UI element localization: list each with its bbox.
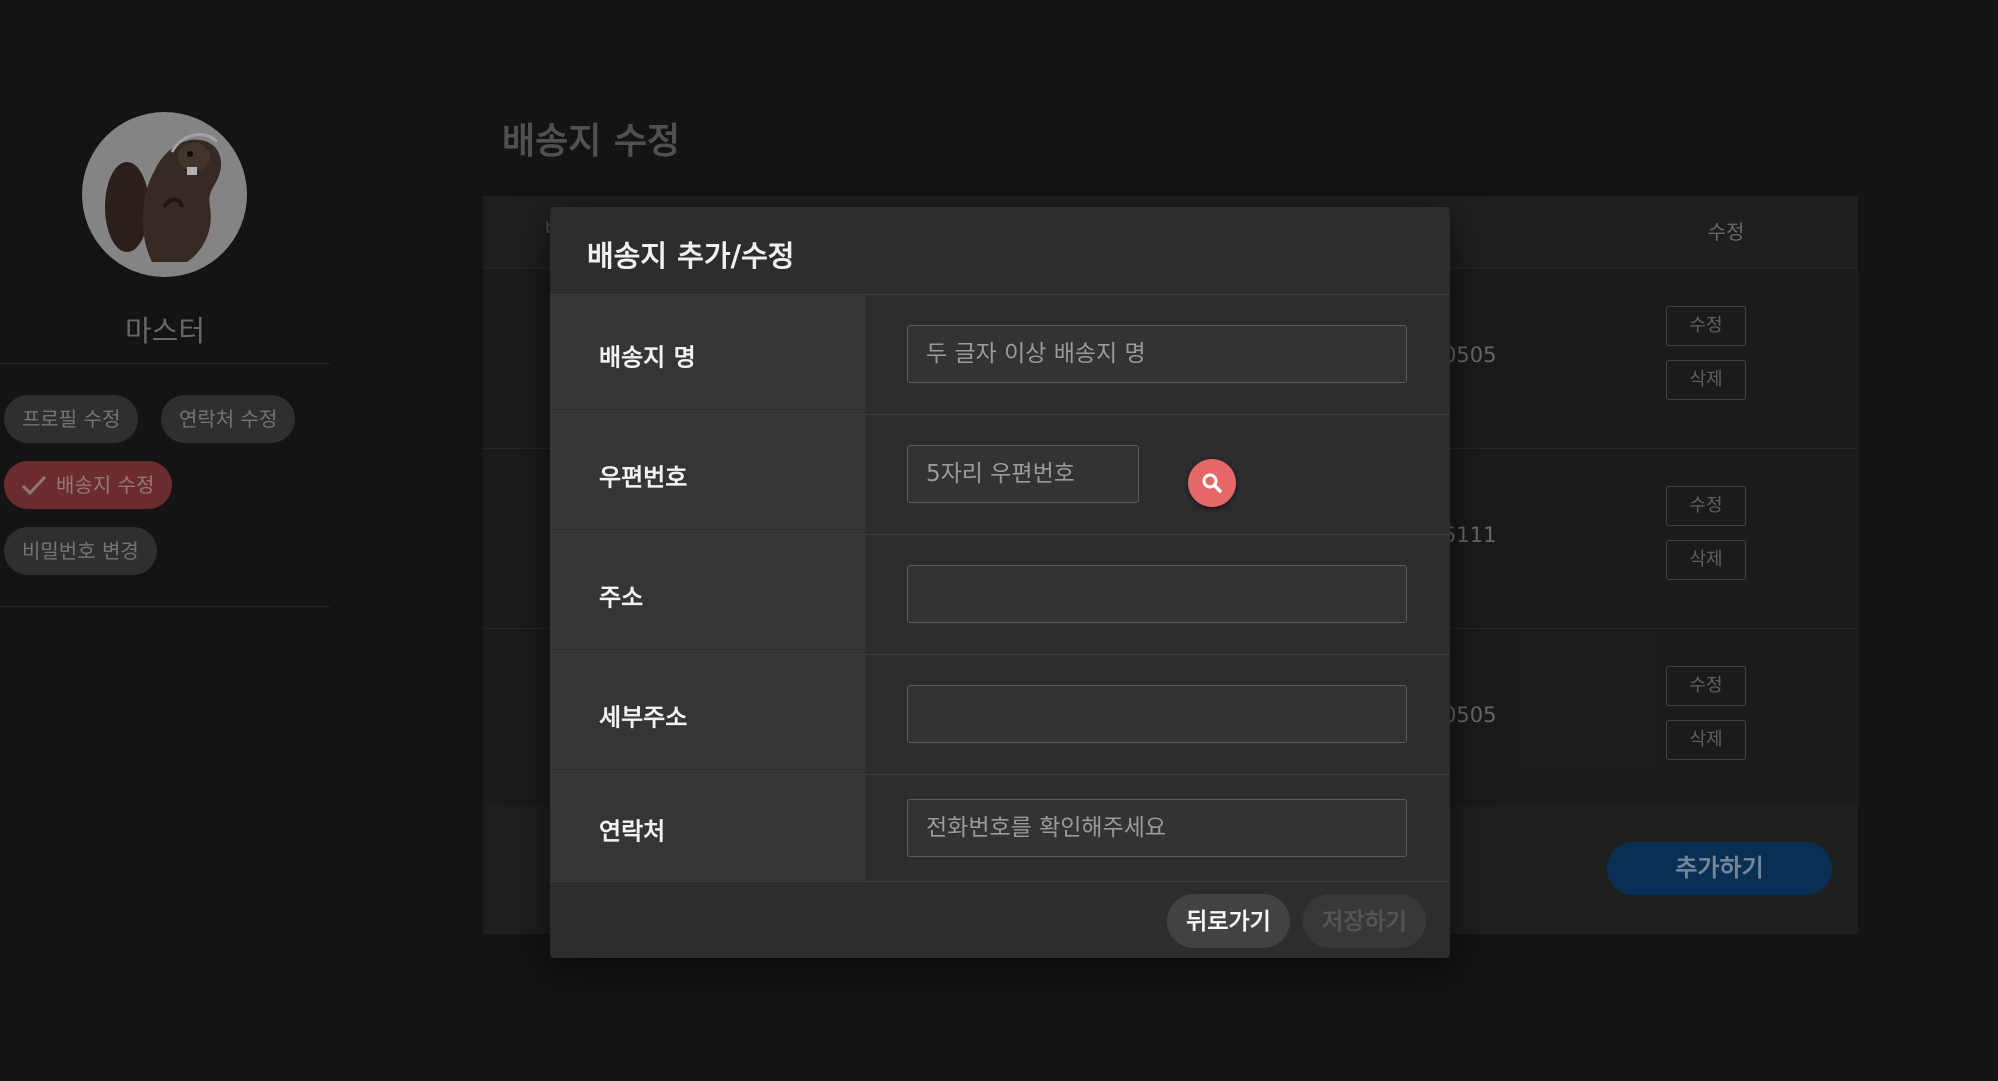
phone-input[interactable] bbox=[907, 799, 1407, 857]
form-row-address: 주소 bbox=[550, 534, 1450, 655]
form-label-cell: 세부주소 bbox=[550, 655, 865, 775]
address-name-label: 배송지 명 bbox=[599, 343, 696, 372]
form-field-cell bbox=[865, 655, 1450, 775]
address-label: 주소 bbox=[599, 583, 644, 612]
back-button[interactable]: 뒤로가기 bbox=[1167, 894, 1290, 948]
search-icon bbox=[1202, 473, 1222, 493]
detail-address-input[interactable] bbox=[907, 685, 1407, 743]
address-name-input[interactable] bbox=[907, 325, 1407, 383]
form-row-phone: 연락처 bbox=[550, 774, 1450, 882]
form-row-zipcode: 우편번호 bbox=[550, 414, 1450, 535]
form-row-detail-address: 세부주소 bbox=[550, 654, 1450, 775]
address-input[interactable] bbox=[907, 565, 1407, 623]
form-row-name: 배송지 명 bbox=[550, 294, 1450, 415]
form-label-cell: 연락처 bbox=[550, 775, 865, 882]
address-modal: 배송지 추가/수정 배송지 명 우편번호 주소 bbox=[550, 207, 1450, 958]
form-label-cell: 배송지 명 bbox=[550, 295, 865, 415]
modal-footer: 뒤로가기 저장하기 bbox=[550, 881, 1450, 958]
modal-title: 배송지 추가/수정 bbox=[587, 239, 795, 273]
zipcode-search-button[interactable] bbox=[1188, 459, 1236, 507]
form-field-cell bbox=[865, 535, 1450, 655]
zipcode-label: 우편번호 bbox=[599, 463, 688, 492]
form-label-cell: 우편번호 bbox=[550, 415, 865, 535]
form-label-cell: 주소 bbox=[550, 535, 865, 655]
phone-label: 연락처 bbox=[599, 817, 666, 845]
form-field-cell bbox=[865, 775, 1450, 882]
detail-address-label: 세부주소 bbox=[599, 703, 688, 732]
save-button[interactable]: 저장하기 bbox=[1303, 894, 1426, 948]
zipcode-input[interactable] bbox=[907, 445, 1139, 503]
form-field-cell bbox=[865, 415, 1450, 535]
form-field-cell bbox=[865, 295, 1450, 415]
